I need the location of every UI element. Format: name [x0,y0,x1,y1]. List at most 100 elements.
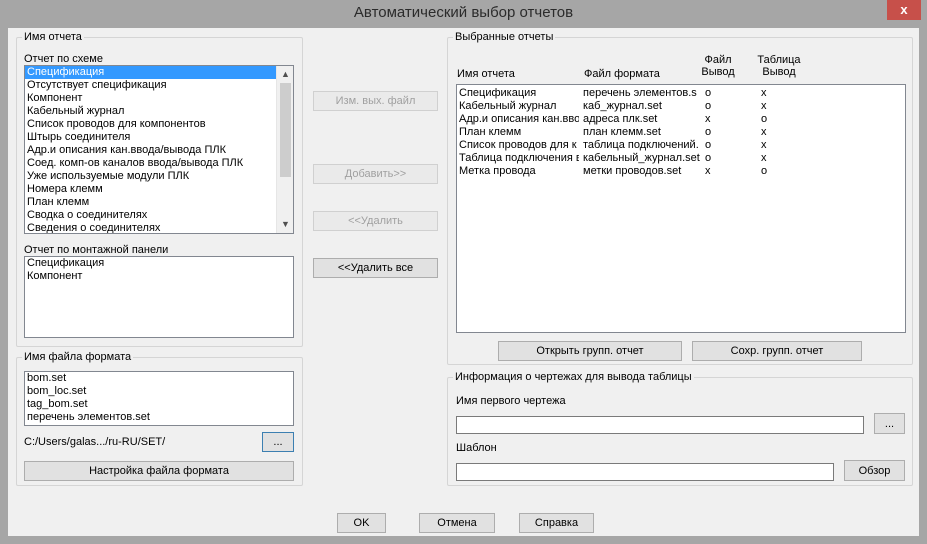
remove-all-button[interactable]: <<Удалить все [313,258,438,278]
format-file-listbox[interactable]: bom.set bom_loc.set tag_bom.set перечень эл… [24,371,294,426]
cell-name: Кабельный журнал [459,100,557,112]
cell-table-output: x [761,126,767,138]
template-label: Шаблон [456,442,497,454]
close-button[interactable]: x [887,0,921,20]
format-path-text: C:/Users/galas.../ru-RU/SET/ [24,436,166,448]
cell-file-output: x [705,165,711,177]
table-row[interactable]: План клемм план клемм.set o x [459,126,899,139]
scroll-thumb[interactable] [280,83,291,177]
cell-file-output: o [705,126,712,138]
cell-format: план клемм.set [583,126,661,138]
cell-table-output: x [761,152,767,164]
cell-format: метки проводов.set [583,165,682,177]
list-item[interactable]: План клемм [25,196,293,209]
table-row[interactable]: Спецификация перечень элементов.s o x [459,87,899,100]
selected-reports-group-label: Выбранные отчеты [455,31,554,43]
drawing-info-group-label: Информация о чертежах для вывода таблицы [455,371,692,383]
list-item[interactable]: Адр.и описания кан.ввода/вывода ПЛК [25,144,293,157]
cell-name: Список проводов для к [459,139,577,151]
by-scheme-scrollbar[interactable]: ▲ ▼ [276,66,293,233]
open-group-report-button[interactable]: Открыть групп. отчет [498,341,682,361]
help-button[interactable]: Справка [519,513,594,533]
list-item[interactable]: Компонент [25,270,293,283]
list-item[interactable]: Спецификация [25,66,293,79]
list-item[interactable]: Соед. комп-ов каналов ввода/вывода ПЛК [25,157,293,170]
table-row[interactable]: Список проводов для к таблица подключений… [459,139,899,152]
cell-file-output: o [705,139,712,151]
dialog-client-area: Имя отчета Отчет по схеме Спецификация От… [8,28,919,536]
format-browse-button[interactable]: ... [262,432,294,452]
cell-name: Спецификация [459,87,537,99]
save-group-report-button[interactable]: Сохр. групп. отчет [692,341,862,361]
cell-name: План клемм [459,126,522,138]
list-item[interactable]: Кабельный журнал [25,105,293,118]
by-panel-rows: Спецификация Компонент [25,257,293,283]
cell-file-output: x [705,113,711,125]
table-row[interactable]: Таблица подключения в кабельный_журнал.se… [459,152,899,165]
col-header-table-line1: Таблица [757,54,801,66]
format-file-rows: bom.set bom_loc.set tag_bom.set перечень эл… [25,372,293,424]
cell-file-output: o [705,152,712,164]
list-item[interactable]: bom_loc.set [25,385,293,398]
cell-format: кабельный_журнал.set [583,152,700,164]
report-name-group-label: Имя отчета [24,31,82,43]
list-item[interactable]: Спецификация [25,257,293,270]
window-title: Автоматический выбор отчетов [353,4,574,21]
first-drawing-input[interactable] [456,416,864,434]
by-panel-listbox[interactable]: Спецификация Компонент [24,256,294,338]
by-scheme-label: Отчет по схеме [24,53,103,65]
list-item[interactable]: Список проводов для компонентов [25,118,293,131]
cell-file-output: o [705,87,712,99]
scroll-down-icon[interactable]: ▼ [277,216,293,233]
list-item[interactable]: Сведения о соединителях [25,222,293,233]
table-row[interactable]: Кабельный журнал каб_журнал.set o x [459,100,899,113]
cell-file-output: o [705,100,712,112]
list-item[interactable]: Номера клемм [25,183,293,196]
add-button[interactable]: Добавить>> [313,164,438,184]
ok-button[interactable]: OK [337,513,386,533]
list-item[interactable]: bom.set [25,372,293,385]
list-item[interactable]: Сводка о соединителях [25,209,293,222]
by-scheme-listbox[interactable]: Спецификация Отсутствует спецификация Комп… [24,65,294,234]
list-item[interactable]: Штырь соединителя [25,131,293,144]
scroll-up-icon[interactable]: ▲ [277,66,293,83]
col-header-name: Имя отчета [457,68,515,80]
cell-format: перечень элементов.s [583,87,697,99]
cell-name: Метка провода [459,165,536,177]
cell-format: каб_журнал.set [583,100,662,112]
table-row[interactable]: Метка провода метки проводов.set x o [459,165,899,178]
remove-button[interactable]: <<Удалить [313,211,438,231]
cell-table-output: o [761,165,768,177]
first-drawing-label: Имя первого чертежа [456,395,566,407]
by-scheme-rows: Спецификация Отсутствует спецификация Комп… [25,66,293,233]
review-button[interactable]: Обзор [844,460,905,481]
col-header-file-output: Файл Вывод [698,54,738,78]
list-item[interactable]: Компонент [25,92,293,105]
template-input[interactable] [456,463,834,481]
col-header-file-line2: Вывод [701,66,735,78]
list-item[interactable]: Отсутствует спецификация [25,79,293,92]
first-drawing-browse-button[interactable]: ... [874,413,905,434]
cell-format: адреса плк.set [583,113,658,125]
by-panel-label: Отчет по монтажной панели [24,244,169,256]
cancel-button[interactable]: Отмена [419,513,495,533]
cell-table-output: o [761,113,768,125]
list-item[interactable]: перечень элементов.set [25,411,293,424]
title-bar: Автоматический выбор отчетов x [0,0,927,28]
list-item[interactable]: Уже используемые модули ПЛК [25,170,293,183]
table-row[interactable]: Адр.и описания кан.вво адреса плк.set x o [459,113,899,126]
dialog-window: Автоматический выбор отчетов x Имя отчет… [0,0,927,544]
cell-table-output: x [761,139,767,151]
cell-table-output: x [761,100,767,112]
list-item[interactable]: tag_bom.set [25,398,293,411]
cell-name: Адр.и описания кан.вво [459,113,579,125]
col-header-format: Файл формата [584,68,660,80]
change-output-file-button[interactable]: Изм. вых. файл [313,91,438,111]
format-file-group-label: Имя файла формата [24,351,132,363]
format-settings-button[interactable]: Настройка файла формата [24,461,294,481]
cell-format: таблица подключений. [583,139,699,151]
col-header-table-line2: Вывод [762,66,796,78]
cell-name: Таблица подключения в [459,152,579,164]
selected-reports-table[interactable]: Спецификация перечень элементов.s o x Кабель… [456,84,906,333]
col-header-file-line1: Файл [704,54,732,66]
